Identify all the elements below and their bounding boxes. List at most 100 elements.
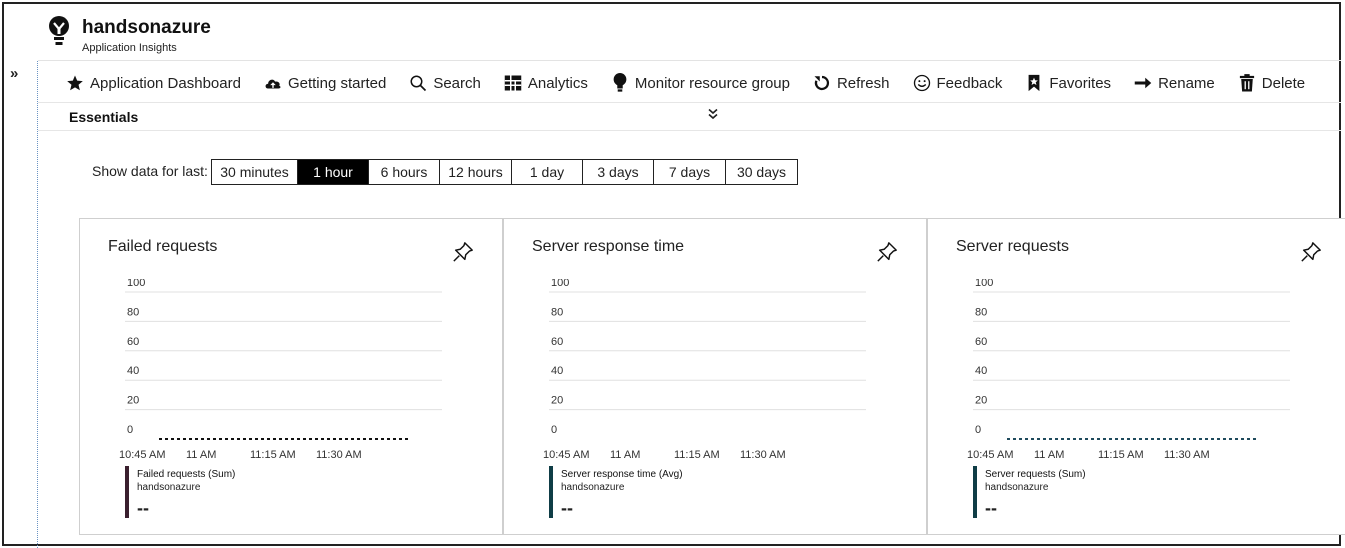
app-window: » handsonazure Application Insights Appl… — [2, 2, 1345, 548]
y-tick-label: 100 — [127, 279, 145, 289]
server-requests-card[interactable]: Server requests 100 80 60 40 20 0 10:45 AM 11 A… — [927, 218, 1345, 535]
failed-requests-chart: 100 80 60 40 20 0 10:45 AM 11 AM 11:15 AM 11:30 A… — [119, 279, 442, 461]
legend-color-bar — [125, 466, 129, 518]
y-tick-label: 60 — [127, 336, 139, 348]
y-tick-label: 0 — [551, 424, 557, 436]
rename-button[interactable]: Rename — [1134, 74, 1215, 92]
delete-button[interactable]: Delete — [1238, 74, 1305, 92]
refresh-button[interactable]: Refresh — [813, 74, 890, 92]
server-response-time-card[interactable]: Server response time 100 80 60 40 20 0 10:45 A… — [503, 218, 927, 535]
chevron-double-down-icon[interactable] — [707, 108, 719, 123]
server-requests-chart: 100 80 60 40 20 0 10:45 AM 11 AM 11:15 AM 11:30 A… — [967, 279, 1290, 461]
y-tick-label: 60 — [551, 336, 563, 348]
y-tick-label: 80 — [975, 306, 987, 318]
range-1-day-button[interactable]: 1 day — [512, 160, 583, 184]
header-divider — [38, 60, 1341, 61]
pin-icon[interactable] — [452, 241, 474, 263]
lightbulb-icon — [611, 73, 629, 92]
grid-icon — [504, 74, 522, 92]
range-7-days-button[interactable]: 7 days — [654, 160, 726, 184]
time-range-label: Show data for last: — [92, 163, 208, 179]
range-6-hours-button[interactable]: 6 hours — [369, 160, 440, 184]
legend-resource: handsonazure — [561, 482, 625, 493]
y-tick-label: 80 — [127, 306, 139, 318]
refresh-label: Refresh — [836, 74, 890, 92]
favorites-button[interactable]: Favorites — [1025, 74, 1111, 92]
range-1-hour-button[interactable]: 1 hour — [298, 160, 369, 184]
search-icon — [409, 74, 427, 92]
favorites-label: Favorites — [1049, 74, 1112, 92]
x-tick-label: 11 AM — [610, 449, 640, 461]
arrow-right-icon — [1134, 74, 1152, 92]
y-tick-label: 20 — [975, 395, 987, 407]
server-response-time-chart: 100 80 60 40 20 0 10:45 AM 11 AM 11:15 AM 11:30 A… — [543, 279, 866, 461]
legend-series-name: Server requests (Sum) — [985, 469, 1086, 480]
search-button[interactable]: Search — [409, 74, 481, 92]
y-tick-label: 0 — [127, 424, 133, 436]
bookmark-icon — [1025, 74, 1043, 92]
legend-value: -- — [985, 498, 997, 518]
application-dashboard-label: Application Dashboard — [90, 74, 241, 92]
resource-subtitle: Application Insights — [82, 42, 177, 54]
y-tick-label: 20 — [127, 395, 139, 407]
range-30-minutes-button[interactable]: 30 minutes — [212, 160, 298, 184]
x-tick-label: 11 AM — [186, 449, 216, 461]
x-tick-label: 11:15 AM — [1098, 449, 1144, 461]
pin-icon[interactable] — [876, 241, 898, 263]
getting-started-label: Getting started — [287, 74, 387, 92]
time-range-selector: 30 minutes 1 hour 6 hours 12 hours 1 day… — [211, 159, 798, 185]
trash-icon — [1238, 74, 1256, 92]
legend-color-bar — [549, 466, 553, 518]
y-tick-label: 40 — [975, 365, 987, 377]
monitor-resource-group-button[interactable]: Monitor resource group — [611, 73, 790, 92]
left-collapse-strip: » — [4, 61, 38, 548]
expand-sidebar-button[interactable]: » — [10, 65, 18, 82]
analytics-button[interactable]: Analytics — [504, 74, 588, 92]
legend-series-name: Server response time (Avg) — [561, 469, 683, 480]
x-tick-label: 11:30 AM — [740, 449, 786, 461]
range-12-hours-button[interactable]: 12 hours — [440, 160, 512, 184]
application-dashboard-button[interactable]: Application Dashboard — [66, 74, 241, 92]
x-tick-label: 11 AM — [1034, 449, 1064, 461]
legend-resource: handsonazure — [985, 482, 1049, 493]
y-tick-label: 20 — [551, 395, 563, 407]
analytics-label: Analytics — [527, 74, 588, 92]
smiley-icon — [913, 74, 931, 92]
legend-color-bar — [973, 466, 977, 518]
monitor-resource-group-label: Monitor resource group — [634, 74, 790, 92]
getting-started-button[interactable]: Getting started — [264, 74, 386, 92]
refresh-icon — [813, 74, 831, 92]
feedback-label: Feedback — [936, 74, 1003, 92]
pin-icon[interactable] — [1300, 241, 1322, 263]
search-label: Search — [433, 74, 481, 92]
essentials-divider — [38, 130, 1341, 131]
x-tick-label: 10:45 AM — [119, 449, 165, 461]
y-tick-label: 100 — [551, 279, 569, 289]
legend-series-name: Failed requests (Sum) — [137, 469, 236, 480]
x-tick-label: 10:45 AM — [967, 449, 1013, 461]
resource-title: handsonazure — [82, 17, 211, 38]
toolbar-divider — [38, 102, 1341, 103]
range-3-days-button[interactable]: 3 days — [583, 160, 654, 184]
x-tick-label: 10:45 AM — [543, 449, 589, 461]
y-tick-label: 40 — [127, 365, 139, 377]
legend-value: -- — [137, 498, 149, 518]
card-title: Server requests — [956, 238, 1069, 255]
y-tick-label: 40 — [551, 365, 563, 377]
card-title: Server response time — [532, 238, 685, 255]
cloud-upload-icon — [264, 74, 282, 92]
feedback-button[interactable]: Feedback — [913, 74, 1003, 92]
command-toolbar: Application Dashboard Getting started Se… — [66, 68, 1328, 98]
star-icon — [66, 74, 84, 92]
x-tick-label: 11:15 AM — [674, 449, 720, 461]
lightbulb-icon — [49, 16, 69, 45]
card-title: Failed requests — [108, 238, 218, 255]
essentials-label: Essentials — [69, 109, 139, 125]
y-tick-label: 60 — [975, 336, 987, 348]
y-tick-label: 100 — [975, 279, 993, 289]
rename-label: Rename — [1158, 74, 1215, 92]
y-tick-label: 0 — [975, 424, 981, 436]
failed-requests-card[interactable]: Failed requests 100 80 60 40 20 0 10:45 AM 11 A… — [79, 218, 503, 535]
y-tick-label: 80 — [551, 306, 563, 318]
range-30-days-button[interactable]: 30 days — [726, 160, 797, 184]
